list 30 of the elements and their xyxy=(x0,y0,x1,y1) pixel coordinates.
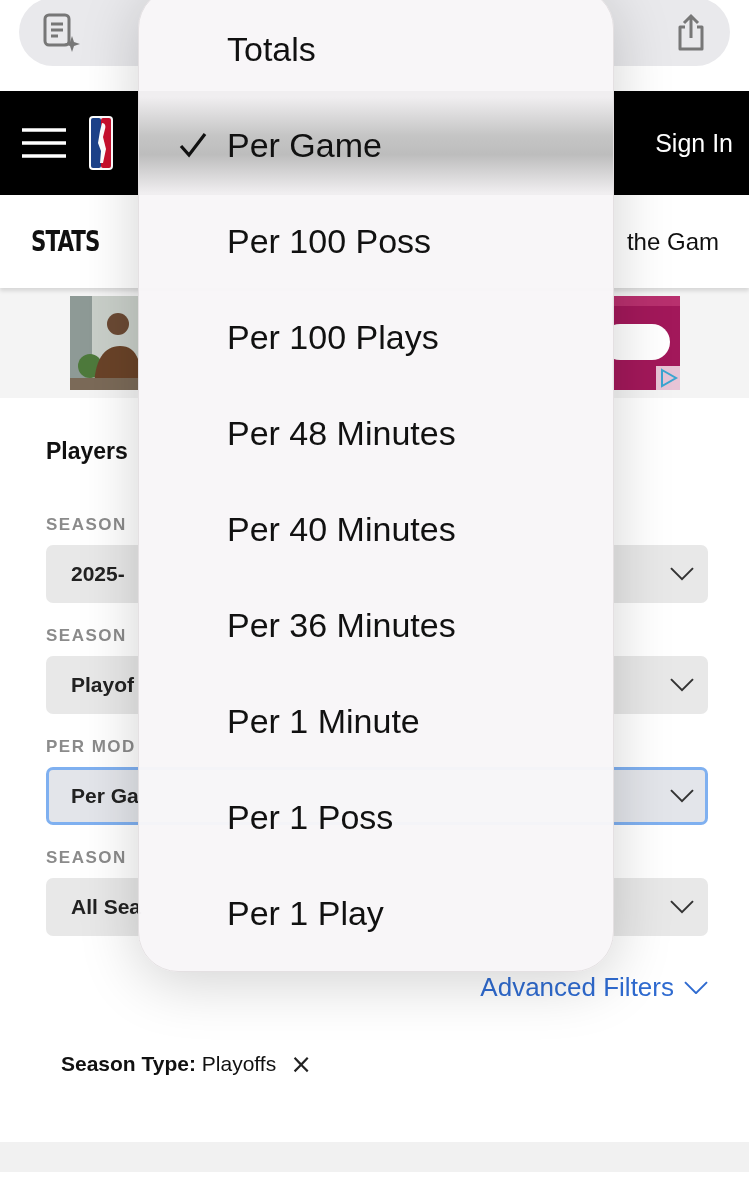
menu-option[interactable]: Per 36 Minutes xyxy=(139,577,613,673)
menu-option[interactable]: Per 1 Minute xyxy=(139,673,613,769)
filter-tag: Season Type: Playoffs xyxy=(61,1052,277,1076)
section-title: STATS xyxy=(31,225,100,258)
menu-option[interactable]: Totals xyxy=(139,1,613,97)
menu-option[interactable]: Per 40 Minutes xyxy=(139,481,613,577)
logo-icon[interactable] xyxy=(88,115,114,171)
remove-filter-button[interactable]: × xyxy=(290,1051,312,1077)
menu-option[interactable]: Per 100 Plays xyxy=(139,289,613,385)
chevron-down-icon xyxy=(670,900,694,914)
chevron-down-icon xyxy=(670,789,694,803)
menu-option[interactable]: Per 1 Play xyxy=(139,865,613,961)
heading: Players xyxy=(46,438,129,465)
advanced-filters-link[interactable]: Advanced Filters xyxy=(46,972,708,1003)
menu-option[interactable]: Per 100 Poss xyxy=(139,193,613,289)
field-label: PER MOD xyxy=(46,737,136,757)
menu-icon[interactable] xyxy=(22,128,66,158)
chevron-down-icon xyxy=(670,678,694,692)
chevron-down-icon xyxy=(684,980,708,995)
menu-option[interactable]: Per 1 Poss xyxy=(139,769,613,865)
menu-option[interactable]: Per Game xyxy=(139,97,613,193)
sign-in-link[interactable]: Sign In xyxy=(655,128,733,158)
field-label: SEASON xyxy=(46,848,127,868)
nav-link[interactable]: the Gam xyxy=(626,227,719,256)
menu-option[interactable]: Per 48 Minutes xyxy=(139,385,613,481)
field-label: SEASON xyxy=(46,626,127,646)
chevron-down-icon xyxy=(670,567,694,581)
checkmark-icon xyxy=(179,132,207,158)
field-label: SEASON xyxy=(46,515,127,535)
reader-icon[interactable] xyxy=(41,12,81,52)
